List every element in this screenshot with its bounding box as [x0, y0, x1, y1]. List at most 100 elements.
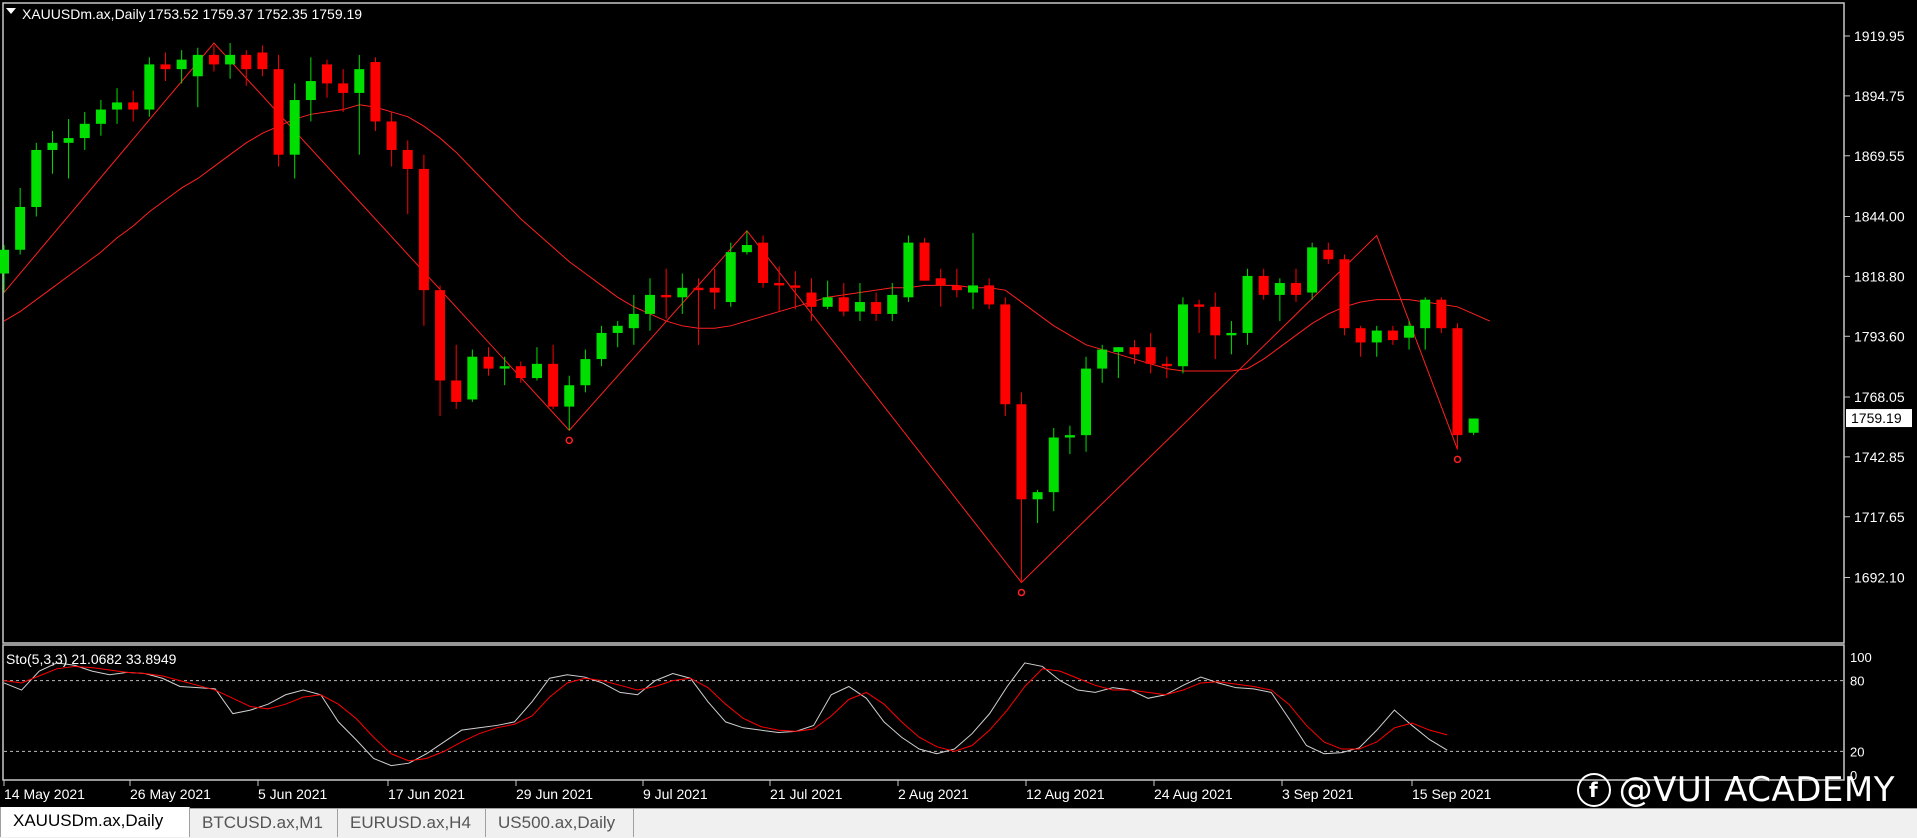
candle-body	[822, 297, 833, 307]
stochastic-panel[interactable]	[2, 644, 1845, 781]
candle-body	[1145, 347, 1156, 364]
candle-body	[1258, 275, 1269, 295]
candle-body	[1129, 347, 1140, 355]
candle-body	[1081, 368, 1092, 436]
candle-body	[1210, 306, 1221, 336]
candle-body	[1016, 404, 1027, 500]
candle-body	[435, 290, 446, 381]
candle	[370, 57, 381, 131]
candle-body	[1323, 249, 1334, 260]
candle-body	[645, 294, 655, 314]
candle-body	[854, 302, 865, 312]
candle	[144, 57, 155, 117]
candle-body	[1113, 347, 1124, 352]
candle-body	[1468, 418, 1479, 433]
candle	[467, 349, 478, 402]
candle-body	[289, 100, 300, 155]
candle-body	[79, 123, 90, 139]
candle-body	[774, 283, 785, 286]
candle	[1436, 297, 1447, 333]
candle	[725, 242, 736, 307]
candle-body	[1355, 328, 1366, 343]
time-tick-label: 24 Aug 2021	[1154, 786, 1233, 802]
chart-ohlc: 1753.52 1759.37 1752.35 1759.19	[148, 6, 362, 22]
candle-body	[628, 313, 639, 329]
candle-body	[386, 121, 397, 150]
candle-body	[483, 356, 494, 369]
price-tick-label: 1919.95	[1854, 28, 1905, 44]
tab-eurusd[interactable]: EURUSD.ax,H4	[338, 809, 486, 837]
current-price-label: 1759.19	[1851, 410, 1902, 426]
candle-body	[903, 242, 914, 298]
candle	[1468, 418, 1479, 436]
time-tick-label: 21 Jul 2021	[770, 786, 843, 802]
candle-body	[241, 54, 252, 70]
chart-tab-bar: XAUUSDm.ax,Daily BTCUSD.ax,M1 EURUSD.ax,…	[0, 807, 1917, 838]
candle-body	[806, 292, 817, 307]
candle-body	[548, 363, 559, 407]
candle-body	[192, 54, 203, 77]
candle-body	[144, 64, 155, 110]
trading-chart[interactable]: 1919.95 1894.75 1869.55 1844.00 1818.80 1793.…	[0, 0, 1917, 837]
candle-body	[225, 54, 236, 65]
price-tick-label: 1793.60	[1854, 328, 1905, 344]
candle-body	[1404, 325, 1415, 338]
price-tick-label: 1768.05	[1854, 389, 1905, 405]
candle-body	[1420, 299, 1431, 329]
candle	[1177, 297, 1188, 374]
candle-body	[1048, 437, 1059, 493]
candle-body	[47, 142, 58, 150]
candle-body	[531, 363, 542, 379]
stochastic-tick-label: 20	[1850, 744, 1864, 759]
candle-body	[709, 287, 720, 293]
candle-body	[273, 69, 284, 155]
candle-body	[968, 285, 978, 293]
price-tick-label: 1894.75	[1854, 88, 1905, 104]
candle-body	[1291, 283, 1301, 295]
stochastic-tick-label: 80	[1850, 674, 1864, 689]
time-tick-label: 5 Jun 2021	[258, 786, 327, 802]
candle-body	[871, 302, 882, 314]
price-tick-label: 1692.10	[1854, 569, 1905, 585]
time-tick-label: 3 Sep 2021	[1282, 786, 1354, 802]
candle	[31, 142, 42, 217]
candle-body	[0, 249, 9, 274]
candle-body	[176, 59, 187, 70]
time-tick-label: 17 Jun 2021	[388, 786, 465, 802]
time-tick-label: 29 Jun 2021	[516, 786, 593, 802]
candle	[1452, 323, 1463, 450]
candle-body	[838, 297, 849, 312]
candle-body	[354, 69, 365, 93]
candle-body	[305, 81, 316, 101]
chart-symbol: XAUUSDm.ax,Daily	[22, 6, 146, 22]
price-tick-label: 1742.85	[1854, 449, 1905, 465]
time-tick-label: 12 Aug 2021	[1026, 786, 1105, 802]
candle-body	[677, 287, 688, 298]
candle	[919, 237, 930, 281]
price-tick-label: 1717.65	[1854, 509, 1905, 525]
candle-body	[160, 64, 171, 70]
candle-body	[1032, 492, 1043, 500]
time-tick-label: 26 May 2021	[130, 786, 211, 802]
candle-body	[887, 294, 898, 314]
tab-btcusd[interactable]: BTCUSD.ax,M1	[190, 809, 338, 837]
price-tick-label: 1818.80	[1854, 268, 1905, 284]
tab-us500[interactable]: US500.ax,Daily	[486, 809, 634, 837]
candle-body	[1064, 435, 1075, 438]
candle-body	[1000, 304, 1011, 405]
tab-xauusd[interactable]: XAUUSDm.ax,Daily	[0, 807, 190, 837]
candle-body	[935, 278, 946, 286]
candle-body	[758, 242, 769, 284]
candle-body	[596, 332, 607, 360]
candle	[273, 54, 284, 167]
candle	[1339, 254, 1350, 336]
candle-body	[402, 149, 413, 169]
candle-body	[208, 54, 219, 65]
candle-body	[257, 52, 268, 70]
candle-body	[725, 252, 736, 303]
time-tick-label: 14 May 2021	[4, 786, 85, 802]
candle-body	[741, 245, 752, 253]
candle-body	[1274, 283, 1285, 295]
candle-body	[1226, 332, 1237, 336]
candle-body	[112, 102, 123, 110]
